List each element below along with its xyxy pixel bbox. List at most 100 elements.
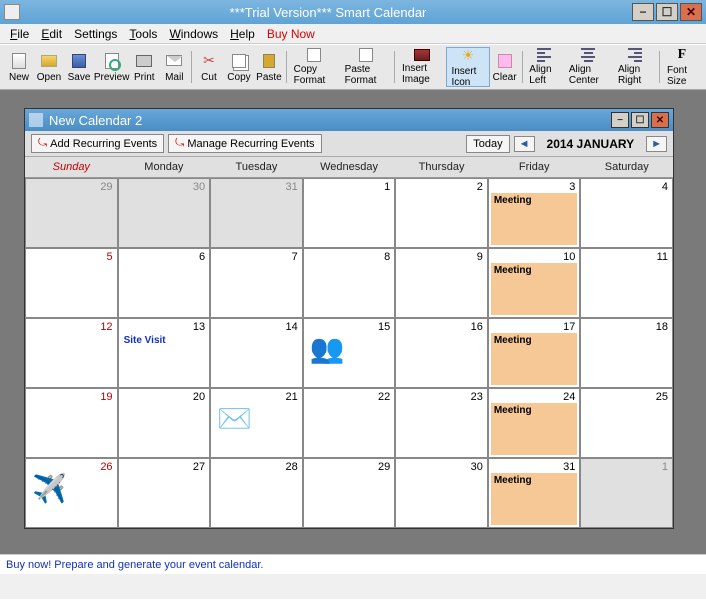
- document-minimize-button[interactable]: −: [611, 112, 629, 128]
- calendar-cell[interactable]: 9: [395, 248, 488, 318]
- calendar-cell[interactable]: 30: [118, 178, 211, 248]
- toolbar-save-button[interactable]: Save: [64, 47, 94, 87]
- people-icon: 👥: [310, 335, 345, 363]
- toolbar-insert-icon-button[interactable]: ☀Insert Icon: [446, 47, 489, 87]
- calendar-cell[interactable]: 5: [25, 248, 118, 318]
- recurring-icon: ⤿: [38, 137, 47, 150]
- day-number: 6: [199, 251, 205, 263]
- window-minimize-button[interactable]: −: [632, 3, 654, 21]
- calendar-cell[interactable]: 22: [303, 388, 396, 458]
- calendar-cell[interactable]: 25: [580, 388, 673, 458]
- document-titlebar: New Calendar 2 − ☐ ✕: [25, 109, 673, 131]
- calendar-cell[interactable]: 18: [580, 318, 673, 388]
- buy-now-footer[interactable]: Buy now! Prepare and generate your event…: [0, 554, 706, 574]
- toolbar-paste-format-button[interactable]: Paste Format: [340, 47, 393, 87]
- document-title: New Calendar 2: [49, 113, 609, 128]
- calendar-cell[interactable]: 16: [395, 318, 488, 388]
- window-close-button[interactable]: ✕: [680, 3, 702, 21]
- calendar-cell[interactable]: 6: [118, 248, 211, 318]
- toolbar-preview-button[interactable]: Preview: [94, 47, 129, 87]
- calendar-cell[interactable]: 28: [210, 458, 303, 528]
- toolbar-clear-button[interactable]: Clear: [490, 47, 520, 87]
- calendar-cell[interactable]: 7: [210, 248, 303, 318]
- toolbar-font-size-button[interactable]: FFont Size: [662, 47, 702, 87]
- menu-file[interactable]: File: [4, 25, 35, 43]
- statusbar: [0, 574, 706, 599]
- day-number: 5: [106, 251, 112, 263]
- add-recurring-events-button[interactable]: ⤿Add Recurring Events: [31, 134, 164, 153]
- toolbar-separator: [191, 51, 192, 83]
- day-number: 21: [285, 391, 297, 403]
- calendar-cell[interactable]: 15👥: [303, 318, 396, 388]
- toolbar-align-center-button[interactable]: Align Center: [564, 47, 613, 87]
- day-number: 22: [378, 391, 390, 403]
- manage-recurring-events-button[interactable]: ⤿Manage Recurring Events: [168, 134, 321, 153]
- calendar-cell[interactable]: 17Meeting: [488, 318, 581, 388]
- toolbar-insert-image-button[interactable]: Insert Image: [397, 47, 446, 87]
- calendar-cell[interactable]: 24Meeting: [488, 388, 581, 458]
- toolbar-cut-button[interactable]: ✂Cut: [194, 47, 224, 87]
- calendar-event[interactable]: Meeting: [491, 333, 578, 385]
- calendar-cell[interactable]: 31Meeting: [488, 458, 581, 528]
- calendar-cell[interactable]: 4: [580, 178, 673, 248]
- print-icon: [136, 55, 152, 67]
- calendar-event[interactable]: Meeting: [491, 193, 578, 245]
- calendar-cell[interactable]: 29: [303, 458, 396, 528]
- calendar-cell[interactable]: 10Meeting: [488, 248, 581, 318]
- calendar-event[interactable]: Site Visit: [121, 333, 208, 385]
- menu-edit[interactable]: Edit: [35, 25, 68, 43]
- calendar-cell[interactable]: 11: [580, 248, 673, 318]
- today-button[interactable]: Today: [466, 135, 509, 153]
- calendar-cell[interactable]: 13Site Visit: [118, 318, 211, 388]
- calendar-cell[interactable]: 27: [118, 458, 211, 528]
- day-number: 7: [292, 251, 298, 263]
- calendar-cell[interactable]: 29: [25, 178, 118, 248]
- toolbar-new-button[interactable]: New: [4, 47, 34, 87]
- next-month-button[interactable]: ►: [646, 136, 667, 152]
- calendar-cell[interactable]: 20: [118, 388, 211, 458]
- document-maximize-button[interactable]: ☐: [631, 112, 649, 128]
- save-icon: [72, 54, 86, 68]
- day-number: 29: [100, 181, 112, 193]
- day-number: 8: [384, 251, 390, 263]
- calendar-cell[interactable]: 19: [25, 388, 118, 458]
- day-number: 19: [100, 391, 112, 403]
- calendar-cell[interactable]: 30: [395, 458, 488, 528]
- toolbar-align-left-button[interactable]: Align Left: [524, 47, 564, 87]
- calendar-cell[interactable]: 3Meeting: [488, 178, 581, 248]
- calendar-cell[interactable]: 26✈️: [25, 458, 118, 528]
- calendar-event[interactable]: Meeting: [491, 473, 578, 525]
- calendar-cell[interactable]: 31: [210, 178, 303, 248]
- day-number: 11: [657, 251, 668, 263]
- prev-month-button[interactable]: ◄: [514, 136, 535, 152]
- calendar-cell[interactable]: 1: [580, 458, 673, 528]
- menu-tools[interactable]: Tools: [123, 25, 163, 43]
- toolbar-paste-button[interactable]: Paste: [254, 47, 284, 87]
- day-number: 1: [662, 461, 668, 473]
- toolbar-print-button[interactable]: Print: [129, 47, 159, 87]
- calendar-cell[interactable]: 14: [210, 318, 303, 388]
- toolbar-align-right-button[interactable]: Align Right: [613, 47, 657, 87]
- toolbar-open-button[interactable]: Open: [34, 47, 64, 87]
- workspace: New Calendar 2 − ☐ ✕ ⤿Add Recurring Even…: [0, 90, 706, 554]
- toolbar-copy-format-button[interactable]: Copy Format: [289, 47, 340, 87]
- calendar-cell[interactable]: 21✉️: [210, 388, 303, 458]
- menu-windows[interactable]: Windows: [163, 25, 224, 43]
- day-header-monday: Monday: [118, 157, 211, 177]
- calendar-event[interactable]: Meeting: [491, 403, 578, 455]
- menu-buy-now[interactable]: Buy Now: [261, 25, 321, 43]
- menu-help[interactable]: Help: [224, 25, 261, 43]
- calendar-event[interactable]: Meeting: [491, 263, 578, 315]
- calendar-cell[interactable]: 8: [303, 248, 396, 318]
- day-header-wednesday: Wednesday: [303, 157, 396, 177]
- calendar-cell[interactable]: 12: [25, 318, 118, 388]
- window-maximize-button[interactable]: ☐: [656, 3, 678, 21]
- calendar-cell[interactable]: 23: [395, 388, 488, 458]
- calendar-cell[interactable]: 1: [303, 178, 396, 248]
- menu-settings[interactable]: Settings: [68, 25, 123, 43]
- toolbar-mail-button[interactable]: Mail: [159, 47, 189, 87]
- calendar-cell[interactable]: 2: [395, 178, 488, 248]
- day-number: 16: [471, 321, 483, 333]
- toolbar-copy-button[interactable]: Copy: [224, 47, 254, 87]
- document-close-button[interactable]: ✕: [651, 112, 669, 128]
